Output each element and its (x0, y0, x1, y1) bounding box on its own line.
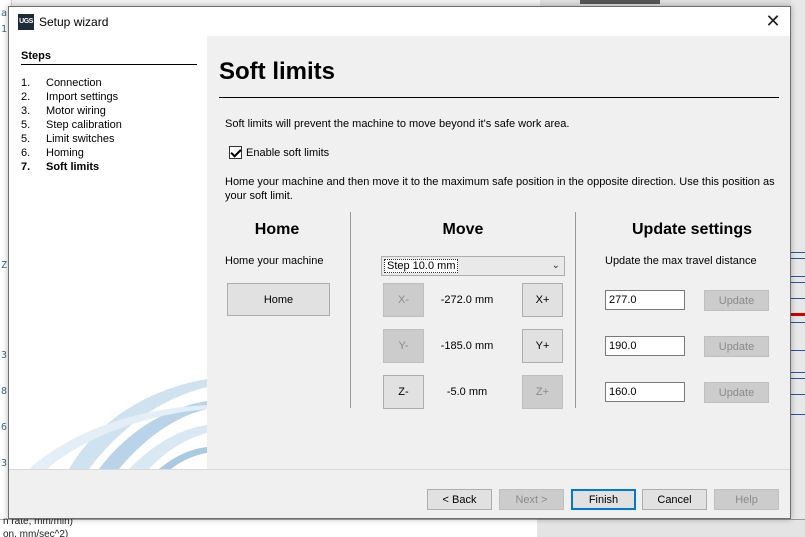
jog-y-minus-button[interactable]: Y- (383, 329, 424, 363)
z-max-travel-input[interactable]: 160.0 (605, 382, 685, 402)
step-item-step-calibration: 5. Step calibration (21, 119, 122, 131)
update-settings-subtitle: Update the max travel distance (605, 255, 757, 267)
update-z-button[interactable]: Update (704, 382, 769, 403)
jog-z-plus-button[interactable]: Z+ (522, 375, 563, 409)
steps-heading: Steps (21, 50, 51, 62)
background-settings-list: n rate, mm/min) on, mm/sec^2) (0, 516, 540, 537)
wizard-footer: < Back Next > Finish Cancel Help (9, 469, 790, 518)
steps-list: 1. Connection 2. Import settings 3. Motor w… (21, 76, 122, 174)
step-item-limit-switches: 5. Limit switches (21, 133, 115, 145)
home-button[interactable]: Home (227, 283, 330, 316)
enable-soft-limits-label[interactable]: Enable soft limits (246, 147, 329, 159)
step-item-import-settings: 2. Import settings (21, 91, 119, 103)
setup-wizard-dialog: UGS Setup wizard ✕ Steps 1. Connection 2.… (8, 6, 791, 519)
move-heading: Move (442, 221, 484, 238)
z-position-readout: -5.0 mm (446, 386, 488, 398)
background-char: a (1, 8, 8, 19)
step-size-value: Step 10.0 mm (384, 259, 459, 273)
background-char: 3 (1, 458, 8, 469)
background-char: 6 (1, 422, 8, 433)
step-item-homing: 6. Homing (21, 147, 84, 159)
window-title: Setup wizard (39, 15, 109, 29)
home-heading: Home (254, 221, 300, 238)
x-max-travel-input[interactable]: 277.0 (605, 290, 685, 310)
title-divider (219, 97, 779, 98)
home-subtitle: Home your machine (225, 255, 324, 267)
step-item-connection: 1. Connection (21, 77, 102, 89)
help-button[interactable]: Help (714, 489, 779, 510)
next-button[interactable]: Next > (499, 489, 564, 510)
background-char: Z (1, 260, 8, 271)
background-panel (537, 519, 805, 537)
title-bar[interactable]: UGS Setup wizard ✕ (9, 7, 790, 36)
close-button[interactable]: ✕ (762, 11, 784, 33)
y-position-readout: -185.0 mm (440, 340, 494, 352)
y-max-travel-input[interactable]: 190.0 (605, 336, 685, 356)
enable-soft-limits-row[interactable]: Enable soft limits (229, 146, 329, 159)
background-right-panel (791, 0, 805, 537)
update-y-button[interactable]: Update (704, 336, 769, 357)
x-position-readout: -272.0 mm (440, 294, 494, 306)
finish-button[interactable]: Finish (571, 489, 636, 510)
decorative-swoosh-graphic (29, 379, 207, 469)
step-size-select[interactable]: Step 10.0 mm ⌄ (381, 256, 565, 276)
background-char: 3 (1, 350, 8, 361)
steps-panel: Steps 1. Connection 2. Import settings 3. M… (9, 36, 207, 469)
cancel-button[interactable]: Cancel (642, 489, 707, 510)
update-x-button[interactable]: Update (704, 290, 769, 311)
background-text: on, mm/sec^2) (3, 529, 69, 537)
soft-limits-page: Soft limits Soft limits will prevent the… (207, 36, 790, 469)
jog-y-plus-button[interactable]: Y+ (522, 329, 563, 363)
column-divider (350, 212, 351, 408)
ugs-app-icon: UGS (18, 14, 34, 30)
page-title: Soft limits (219, 58, 336, 85)
back-button[interactable]: < Back (427, 489, 492, 510)
jog-z-minus-button[interactable]: Z- (383, 375, 424, 409)
page-description: Soft limits will prevent the machine to … (225, 118, 570, 130)
update-settings-heading: Update settings (631, 221, 752, 238)
steps-divider (21, 64, 197, 65)
enable-soft-limits-checkbox[interactable] (229, 146, 242, 159)
background-char: 8 (1, 386, 8, 397)
column-divider (575, 212, 576, 408)
jog-x-minus-button[interactable]: X- (383, 283, 424, 317)
jog-x-plus-button[interactable]: X+ (522, 283, 563, 317)
chevron-down-icon: ⌄ (551, 260, 560, 271)
step-item-soft-limits: 7. Soft limits (21, 161, 100, 173)
page-instructions: Home your machine and then move it to th… (225, 176, 775, 202)
step-item-motor-wiring: 3. Motor wiring (21, 105, 106, 117)
background-char: 1 (1, 24, 8, 35)
